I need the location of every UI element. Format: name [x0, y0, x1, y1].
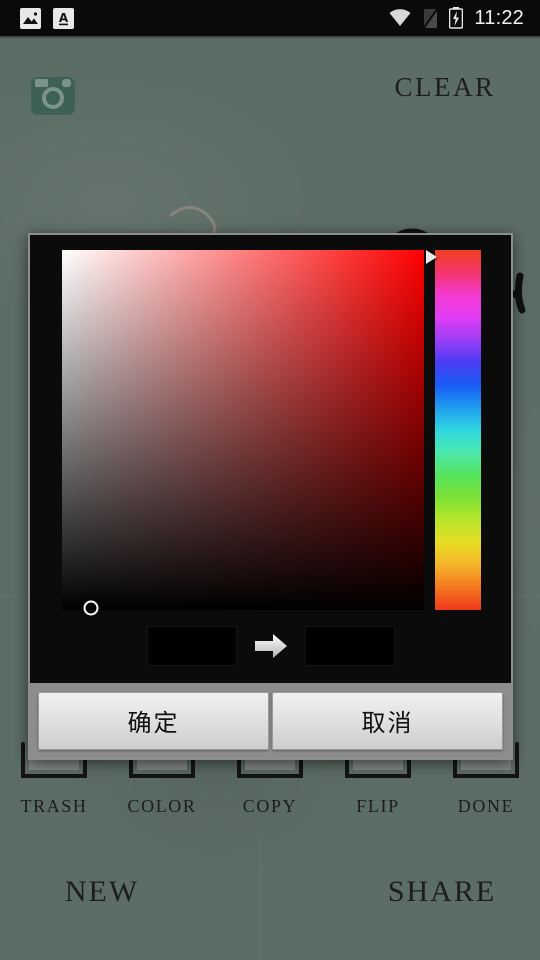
current-color-swatch: [146, 626, 237, 666]
status-bar-shadow: [0, 36, 540, 39]
new-button[interactable]: NEW: [26, 875, 178, 925]
confirm-button[interactable]: 确定: [38, 691, 269, 750]
hue-slider-pointer[interactable]: [426, 250, 437, 265]
screen-root: CLEAR TRASH COLOR COPY FLIP DONE NEW SHA…: [0, 0, 540, 960]
sv-cursor-handle[interactable]: [83, 600, 99, 616]
camera-icon: [31, 77, 75, 115]
keyboard-input-icon: A: [53, 7, 74, 29]
dialog-button-bar: 确定 取消: [30, 683, 511, 758]
hue-slider[interactable]: [435, 250, 481, 610]
share-button-label: SHARE: [366, 875, 518, 909]
color-picker-dialog: 确定 取消: [28, 233, 513, 760]
color-preview-row: [30, 620, 511, 672]
svg-text:A: A: [59, 11, 69, 25]
battery-charging-icon: [449, 7, 464, 29]
no-sim-icon: [423, 7, 439, 29]
tool-label: FLIP: [356, 796, 400, 816]
status-bar-notifications: A: [0, 7, 74, 29]
tool-label: DONE: [457, 796, 515, 816]
new-color-swatch: [304, 626, 395, 666]
tool-label: COLOR: [127, 796, 197, 816]
color-picker-body: [30, 235, 511, 683]
status-bar-clock: 11:22: [474, 6, 524, 29]
status-bar: A 11:22: [0, 0, 540, 36]
arrow-right-icon: [254, 634, 287, 658]
status-bar-system-icons: 11:22: [388, 7, 540, 30]
saturation-value-square[interactable]: [62, 250, 424, 616]
clear-button-label: CLEAR: [374, 72, 516, 103]
new-button-label: NEW: [26, 875, 178, 909]
share-button[interactable]: SHARE: [366, 875, 518, 925]
sv-black-layer: [62, 250, 424, 610]
clear-button[interactable]: CLEAR: [374, 72, 516, 122]
tool-label: COPY: [242, 796, 298, 816]
wifi-icon: [389, 9, 411, 26]
camera-button[interactable]: [30, 70, 76, 116]
tool-label: TRASH: [20, 796, 88, 816]
gallery-image-icon: [20, 7, 41, 29]
cancel-button[interactable]: 取消: [272, 691, 503, 750]
